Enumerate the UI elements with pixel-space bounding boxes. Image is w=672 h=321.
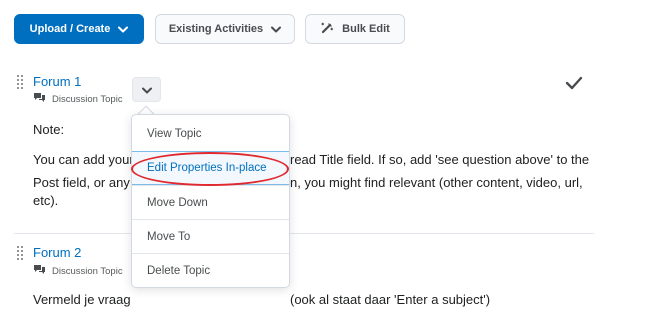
item-context-menu: View Topic Edit Properties In-place Move… xyxy=(131,114,290,288)
upload-create-button[interactable]: Upload / Create xyxy=(14,14,144,44)
item-type: Discussion Topic xyxy=(33,92,123,107)
item-menu-button[interactable] xyxy=(132,77,161,102)
existing-activities-button[interactable]: Existing Activities xyxy=(155,14,295,44)
content-editor: Upload / Create Existing Activities Bulk… xyxy=(0,0,672,321)
body-line: You can add your xyxy=(33,152,134,167)
item-type: Discussion Topic xyxy=(33,264,123,279)
upload-create-label: Upload / Create xyxy=(29,23,111,35)
item-type-label: Discussion Topic xyxy=(52,94,123,105)
checkmark-icon[interactable] xyxy=(565,76,583,95)
divider xyxy=(14,233,594,234)
body-line: read Title field. If so, add 'see questi… xyxy=(290,152,590,167)
menu-item-move-down[interactable]: Move Down xyxy=(132,185,289,219)
chevron-down-icon xyxy=(118,26,129,33)
menu-item-delete-topic[interactable]: Delete Topic xyxy=(132,253,289,287)
body-line: n, you might find relevant (other conten… xyxy=(290,175,583,190)
item-type-label: Discussion Topic xyxy=(52,266,123,277)
menu-item-edit-properties[interactable]: Edit Properties In-place xyxy=(132,151,289,185)
menu-item-move-to[interactable]: Move To xyxy=(132,219,289,253)
body-line: (ook al staat daar 'Enter a subject') xyxy=(290,292,491,307)
discussion-icon xyxy=(33,264,46,279)
chevron-down-icon xyxy=(271,26,282,33)
item-title-link[interactable]: Forum 2 xyxy=(33,245,81,260)
item-title-link[interactable]: Forum 1 xyxy=(33,74,81,89)
drag-handle-icon[interactable] xyxy=(17,75,25,89)
discussion-icon xyxy=(33,92,46,107)
body-line: etc). xyxy=(33,193,59,208)
chevron-down-icon xyxy=(141,81,152,99)
existing-activities-label: Existing Activities xyxy=(168,23,264,35)
note-label: Note: xyxy=(33,122,65,137)
drag-handle-icon[interactable] xyxy=(17,246,25,260)
bulk-edit-label: Bulk Edit xyxy=(342,23,390,35)
bulk-edit-icon xyxy=(320,21,334,38)
body-line: Vermeld je vraag xyxy=(33,292,131,307)
bulk-edit-button[interactable]: Bulk Edit xyxy=(305,14,405,44)
menu-item-view-topic[interactable]: View Topic xyxy=(132,117,289,151)
